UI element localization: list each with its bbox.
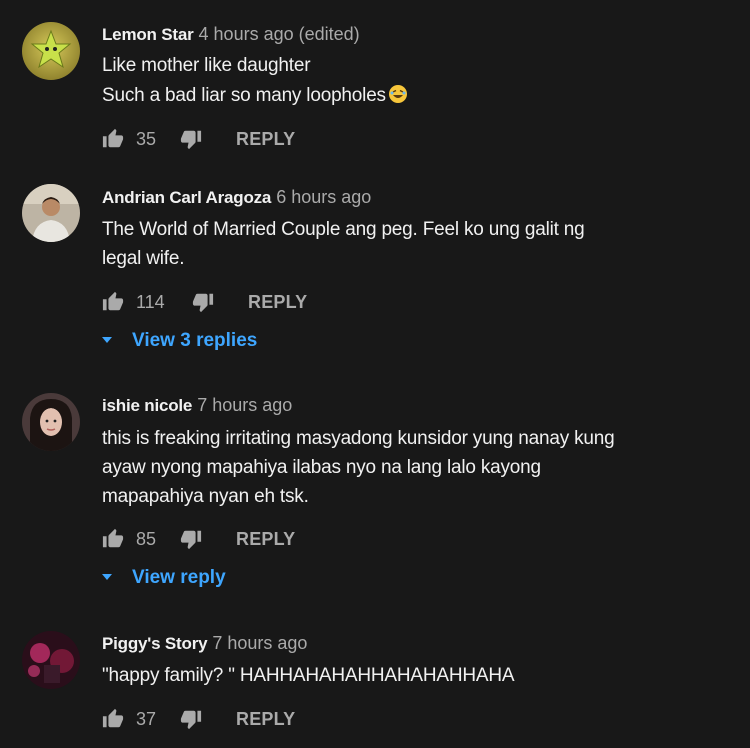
dislike-button[interactable] [180,526,202,552]
like-button[interactable] [102,126,124,152]
thumbs-up-icon [102,528,124,548]
author-name[interactable]: Lemon Star [102,25,194,44]
comment-header: Lemon Star 4 hours ago (edited) [102,23,360,46]
comment-header: Andrian Carl Aragoza 6 hours ago [102,186,371,209]
thumbs-down-icon [180,130,202,150]
timestamp[interactable]: 7 hours ago [212,633,307,653]
thumbs-up-icon [102,291,124,311]
like-button[interactable] [102,289,124,315]
comment-text-line: mapapahiya nyan eh tsk. [102,486,309,507]
avatar[interactable] [22,631,80,689]
like-button[interactable] [102,526,124,552]
comment-actions: 35 REPLY [102,126,352,152]
comment-text-line: legal wife. [102,248,185,269]
view-replies-label: View 3 replies [132,330,258,351]
like-count: 35 [136,129,157,149]
dislike-button[interactable] [192,289,214,315]
comment-header: ishie nicole 7 hours ago [102,394,292,417]
timestamp[interactable]: 6 hours ago [276,187,371,207]
author-name[interactable]: ishie nicole [102,396,192,415]
thumbs-up-icon [102,128,124,148]
avatar[interactable] [22,22,80,80]
comment-text-line: The World of Married Couple ang peg. Fee… [102,219,585,240]
author-name[interactable]: Andrian Carl Aragoza [102,188,271,207]
comment-text-line: ayaw nyong mapahiya ilabas nyo na lang l… [102,457,541,478]
thumbs-down-icon [180,530,202,550]
view-replies-button[interactable]: View 3 replies [102,328,257,354]
comment-actions: 85 REPLY [102,526,352,552]
star-avatar-icon [22,22,80,80]
comment-text: Such a bad liar so many loopholes [102,85,386,106]
like-button[interactable] [102,706,124,732]
comment-actions: 37 REPLY [102,706,352,732]
like-count: 85 [136,529,157,549]
caret-down-icon [102,337,112,343]
comment-text-line: this is freaking irritating masyadong ku… [102,428,615,449]
timestamp[interactable]: 4 hours ago (edited) [199,24,360,44]
comment-header: Piggy's Story 7 hours ago [102,632,307,655]
comment-actions: 114 REPLY [102,289,352,315]
like-count: 37 [136,709,157,729]
dislike-button[interactable] [180,706,202,732]
reply-button[interactable]: REPLY [236,528,295,550]
comment-text-line: Like mother like daughter [102,55,311,76]
view-replies-button[interactable]: View reply [102,565,226,591]
view-replies-label: View reply [132,567,226,588]
thumbs-down-icon [192,293,214,313]
person-photo-icon [22,184,80,242]
person-photo-icon [22,393,80,451]
author-name[interactable]: Piggy's Story [102,634,208,653]
comment-text-line: "happy family? " HAHHAHAHAHHAHAHAHHAHA [102,665,515,686]
caret-down-icon [102,574,112,580]
reply-button[interactable]: REPLY [248,291,307,313]
avatar[interactable] [22,393,80,451]
person-photo-icon [22,631,80,689]
reply-button[interactable]: REPLY [236,128,295,150]
like-count: 114 [136,292,165,312]
dislike-button[interactable] [180,126,202,152]
rolling-on-floor-laughing-emoji-icon [388,85,407,103]
timestamp[interactable]: 7 hours ago [197,395,292,415]
comment-text-line-2: Such a bad liar so many loopholes [102,84,408,107]
thumbs-up-icon [102,708,124,728]
avatar[interactable] [22,184,80,242]
reply-button[interactable]: REPLY [236,708,295,730]
thumbs-down-icon [180,710,202,730]
